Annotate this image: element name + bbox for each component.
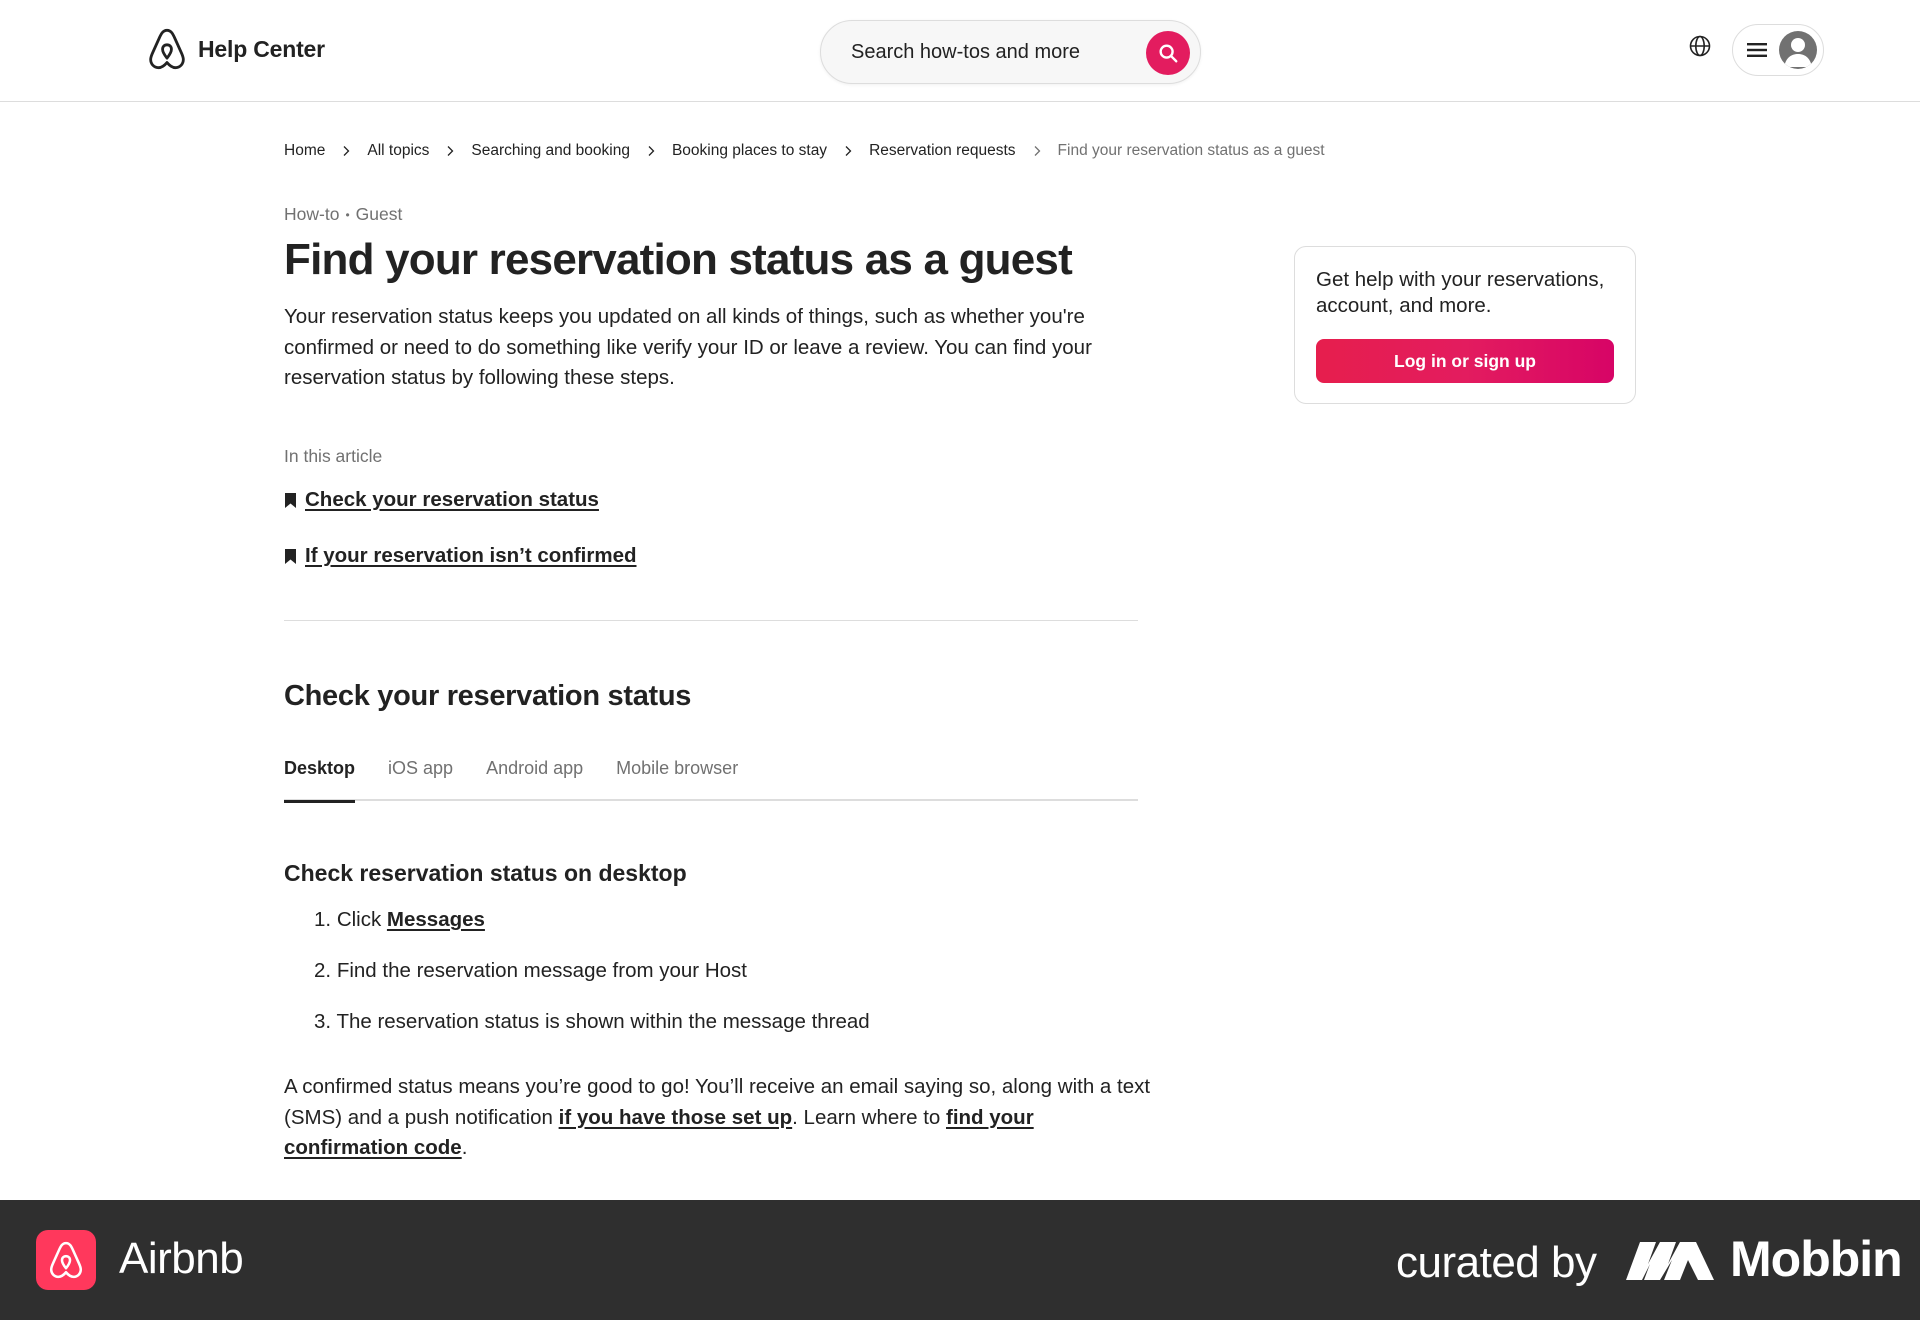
curated-by-label: curated by: [1396, 1238, 1597, 1287]
step-text: Find the reservation message from your H…: [336, 959, 747, 982]
step-number: 1.: [314, 908, 332, 931]
separator-dot: •: [345, 207, 350, 222]
article-type: How-to: [284, 204, 340, 224]
search-bar[interactable]: [820, 20, 1201, 84]
card-text: Get help with your reservations, account…: [1316, 268, 1605, 317]
mobbin-logo-icon: [1626, 1242, 1714, 1280]
tab-mobile-browser[interactable]: Mobile browser: [616, 752, 738, 801]
bookmark-icon: [285, 548, 296, 564]
breadcrumb-searching-and-booking[interactable]: Searching and booking: [471, 142, 630, 160]
section-divider: [284, 620, 1138, 621]
outro-text: .: [461, 1136, 468, 1159]
breadcrumb-home[interactable]: Home: [284, 142, 325, 160]
toc-item: Check your reservation status: [284, 488, 599, 512]
airbnb-app-logo: [36, 1230, 96, 1290]
mobbin-brand-text: Mobbin: [1730, 1231, 1903, 1287]
outro-text: . Learn where to: [792, 1105, 946, 1129]
chevron-right-icon: [1034, 146, 1040, 156]
user-avatar-icon: [1779, 31, 1817, 69]
search-icon: [1159, 44, 1178, 63]
tab-ios-app[interactable]: iOS app: [388, 752, 453, 801]
chevron-right-icon: [343, 146, 350, 156]
list-item: 2. Find the reservation message from you…: [314, 959, 747, 983]
tab-android-app[interactable]: Android app: [486, 752, 583, 801]
user-menu-button[interactable]: [1732, 24, 1824, 76]
toc-label: In this article: [284, 446, 383, 466]
bookmark-icon: [285, 492, 296, 508]
toc-item: If your reservation isn’t confirmed: [284, 544, 637, 568]
subsection-title: Check reservation status on desktop: [284, 860, 687, 886]
page-title: Find your reservation status as a guest: [284, 235, 1073, 284]
article-eyebrow: How-to • Guest: [284, 204, 402, 225]
top-header: Help Center: [0, 0, 1920, 102]
step-number: 2.: [314, 959, 332, 982]
breadcrumb-current: Find your reservation status as a guest: [1057, 142, 1325, 159]
notification-setup-link[interactable]: if you have those set up: [559, 1106, 793, 1129]
help-center-title: Help Center: [198, 35, 325, 62]
search-button[interactable]: [1146, 31, 1190, 75]
toc-link-check-status[interactable]: Check your reservation status: [305, 488, 599, 512]
messages-link[interactable]: Messages: [387, 908, 485, 931]
step-number: 3.: [314, 1010, 332, 1033]
chevron-right-icon: [447, 146, 454, 156]
search-input[interactable]: [851, 40, 1131, 64]
chevron-right-icon: [648, 146, 655, 156]
hamburger-icon: [1747, 43, 1767, 57]
tab-desktop[interactable]: Desktop: [284, 752, 356, 803]
section-title: Check your reservation status: [284, 680, 692, 712]
chevron-right-icon: [845, 146, 852, 156]
airbnb-logo-icon: [149, 28, 185, 70]
breadcrumb-reservation-requests[interactable]: Reservation requests: [869, 142, 1015, 160]
step-text: The reservation status is shown within t…: [336, 1010, 870, 1033]
login-help-card: Get help with your reservations, account…: [1294, 246, 1636, 404]
article-intro: Your reservation status keeps you update…: [284, 305, 1092, 389]
step-text: Click: [336, 908, 387, 931]
help-center-home-link[interactable]: Help Center: [148, 28, 325, 70]
article-audience: Guest: [355, 204, 403, 224]
footer-app-name: Airbnb: [119, 1234, 244, 1283]
breadcrumb-all-topics[interactable]: All topics: [367, 142, 429, 160]
globe-icon[interactable]: [1688, 34, 1712, 58]
breadcrumb-booking-places[interactable]: Booking places to stay: [672, 142, 827, 160]
airbnb-logo-icon: [49, 1241, 83, 1279]
toc-link-not-confirmed[interactable]: If your reservation isn’t confirmed: [305, 544, 637, 568]
list-item: 1. Click Messages: [314, 908, 485, 932]
breadcrumb: Home All topics Searching and booking Bo…: [284, 142, 1325, 160]
login-signup-button[interactable]: Log in or sign up: [1316, 339, 1614, 383]
platform-tabs: Desktop iOS app Android app Mobile brows…: [284, 752, 1138, 803]
footer-band: Airbnb curated by Mobbin: [0, 1200, 1920, 1320]
article-outro: A confirmed status means you’re good to …: [284, 1072, 1154, 1164]
list-item: 3. The reservation status is shown withi…: [314, 1010, 870, 1034]
